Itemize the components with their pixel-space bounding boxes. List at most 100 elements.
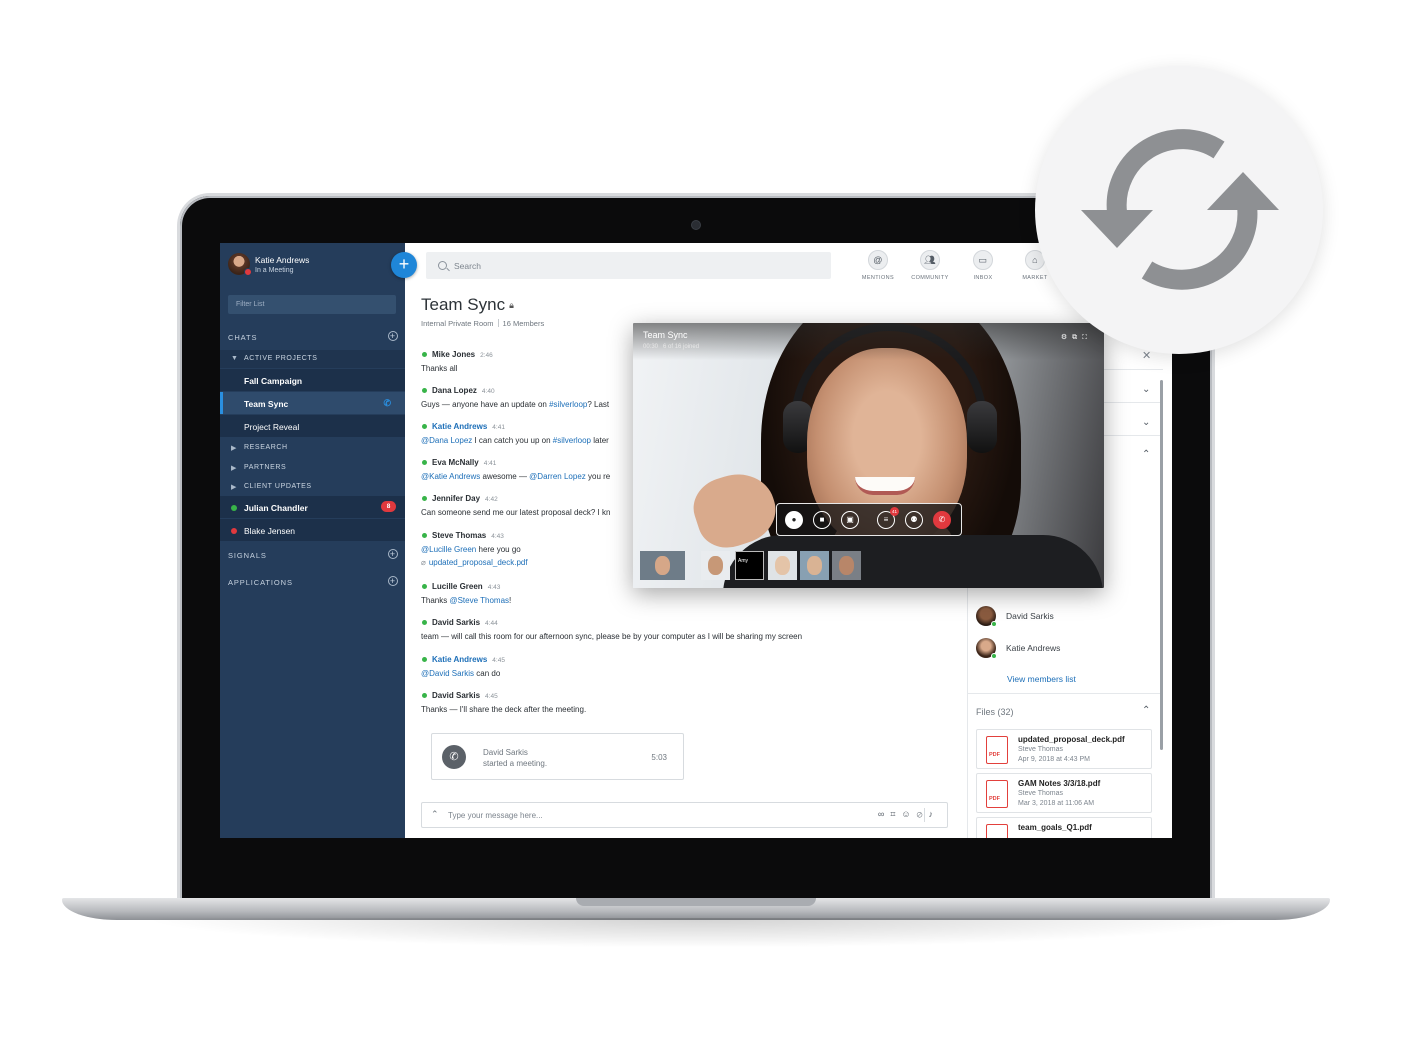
chat-item-project-reveal[interactable]: Project Reveal xyxy=(220,415,405,437)
group-label: PARTNERS xyxy=(244,464,287,471)
add-application-icon[interactable]: + xyxy=(388,576,398,586)
user-profile[interactable]: Katie Andrews In a Meeting xyxy=(228,253,309,276)
participant-thumbnail[interactable] xyxy=(640,551,685,580)
mention-link[interactable]: @Darren Lopez xyxy=(529,472,586,481)
chevron-up-icon[interactable]: ⌃ xyxy=(1142,705,1150,716)
participant-thumbnail[interactable] xyxy=(832,551,861,580)
emoji-icon[interactable]: ☺ xyxy=(901,809,916,819)
participant-thumbnail[interactable] xyxy=(768,551,797,580)
phone-icon: ✆ xyxy=(383,398,391,408)
nav-inbox[interactable]: ▭ INBOX xyxy=(958,250,1008,281)
audio-icon[interactable]: ♪ xyxy=(929,809,940,819)
message: David Sarkis 4:44 team — will call this r… xyxy=(421,618,956,641)
avatar xyxy=(976,606,997,627)
filter-list-input[interactable]: Filter List xyxy=(228,295,396,314)
message-body: team — will call this room for our after… xyxy=(421,632,956,641)
chevron-up-icon[interactable]: ⌃ xyxy=(1142,449,1150,460)
composer-tools: ∞⌗☺⊘♪ xyxy=(878,809,939,820)
at-icon: @ xyxy=(868,250,888,270)
group-client-updates[interactable]: ▶ CLIENT UPDATES xyxy=(220,478,405,496)
chat-badge: 41 xyxy=(890,507,899,516)
file-name: team_goals_Q1.pdf xyxy=(1018,823,1092,832)
participant-thumbnail[interactable]: Amy xyxy=(735,551,764,580)
message-author[interactable]: David Sarkis 4:44 xyxy=(421,618,956,627)
online-status-icon xyxy=(991,621,997,627)
microphone-icon[interactable]: ● xyxy=(785,511,803,529)
chat-item-julian-chandler[interactable]: Julian Chandler 8 xyxy=(220,496,405,518)
video-call-window[interactable]: Team Sync 00:30 6 of 16 joined ⚙⧉⛶ ● ■ ▣… xyxy=(633,323,1104,588)
call-joined: 6 of 16 joined xyxy=(663,344,700,350)
mention-link[interactable]: @Dana Lopez xyxy=(421,436,472,445)
nav-community[interactable]: 👥︎ COMMUNITY xyxy=(905,250,955,281)
message-time: 4:44 xyxy=(485,620,498,627)
group-label: ACTIVE PROJECTS xyxy=(244,355,318,362)
group-active-projects[interactable]: ▼ ACTIVE PROJECTS xyxy=(220,350,405,368)
new-conversation-button[interactable]: + xyxy=(391,252,417,278)
mention-link[interactable]: @David Sarkis xyxy=(421,669,474,678)
online-status-icon xyxy=(231,505,237,511)
hang-up-icon[interactable]: ✆ xyxy=(933,511,951,529)
participants-icon[interactable]: ⚉ xyxy=(905,511,923,529)
message-text: can do xyxy=(474,669,501,678)
message-composer[interactable]: ⌃ Type your message here... ∞⌗☺⊘♪ xyxy=(421,802,948,828)
channel-link[interactable]: #silverloop xyxy=(553,436,591,445)
camera-icon[interactable]: ■ xyxy=(813,511,831,529)
inbox-icon: ▭ xyxy=(973,250,993,270)
caret-right-icon: ▶ xyxy=(231,445,237,452)
message-text: I can catch you up on xyxy=(472,436,553,445)
link-icon[interactable]: ∞ xyxy=(878,809,890,819)
member-item[interactable]: David Sarkis xyxy=(976,605,1054,627)
mention-link[interactable]: @Steve Thomas xyxy=(449,596,509,605)
message-time: 2:46 xyxy=(480,352,493,359)
file-item[interactable]: PDF updated_proposal_deck.pdf Steve Thom… xyxy=(976,729,1152,769)
chevron-up-icon[interactable]: ⌃ xyxy=(431,809,439,820)
chevron-down-icon[interactable]: ⌄ xyxy=(1142,417,1150,428)
search-placeholder: Search xyxy=(454,261,481,271)
author-name: Jennifer Day xyxy=(432,494,481,503)
laptop-notch xyxy=(576,898,816,906)
participant-label: Amy xyxy=(738,558,748,564)
pdf-icon: PDF xyxy=(986,736,1008,764)
member-item[interactable]: Katie Andrews xyxy=(976,637,1060,659)
participant-thumbnail[interactable] xyxy=(701,551,730,580)
chat-item-blake-jensen[interactable]: Blake Jensen xyxy=(220,519,405,541)
message-author[interactable]: Katie Andrews 4:45 xyxy=(421,655,956,664)
room-type: Internal Private Room xyxy=(421,319,494,328)
mention-link[interactable]: @Katie Andrews xyxy=(421,472,480,481)
nav-mentions[interactable]: @ MENTIONS xyxy=(853,250,903,281)
file-item[interactable]: PDF team_goals_Q1.pdf xyxy=(976,817,1152,838)
group-partners[interactable]: ▶ PARTNERS xyxy=(220,459,405,477)
screen-share-icon[interactable]: ▣ xyxy=(841,511,859,529)
chat-item-fall-campaign[interactable]: Fall Campaign xyxy=(220,369,405,391)
view-members-link[interactable]: View members list xyxy=(1007,674,1076,684)
screenshot-icon[interactable]: ⌗ xyxy=(890,809,901,819)
chat-item-team-sync[interactable]: Team Sync ✆ xyxy=(220,392,405,414)
phone-icon: ✆ xyxy=(442,745,466,769)
add-signal-icon[interactable]: + xyxy=(388,549,398,559)
participant-thumbnail[interactable] xyxy=(800,551,829,580)
message-text: you re xyxy=(585,472,611,481)
author-name: Dana Lopez xyxy=(432,386,477,395)
call-elapsed: 00:30 xyxy=(643,344,659,350)
message-author[interactable]: David Sarkis 4:45 xyxy=(421,691,956,700)
room-members-count[interactable]: 16 Members xyxy=(503,319,545,328)
message-text: Can someone send me our latest proposal … xyxy=(421,508,611,517)
profile-status: In a Meeting xyxy=(255,266,294,274)
file-owner: Steve Thomas xyxy=(1018,746,1064,753)
file-item[interactable]: PDF GAM Notes 3/3/18.pdf Steve Thomas Ma… xyxy=(976,773,1152,813)
add-chat-icon[interactable]: + xyxy=(388,331,398,341)
message: Katie Andrews 4:45 @David Sarkis can do xyxy=(421,655,956,678)
author-name: David Sarkis xyxy=(432,691,481,700)
applications-header: APPLICATIONS + xyxy=(228,576,398,587)
channel-link[interactable]: #silverloop xyxy=(549,400,587,409)
meeting-card[interactable]: ✆ David Sarkis started a meeting. 5:03 xyxy=(431,733,684,780)
block-icon[interactable]: ⊘ xyxy=(917,809,929,819)
message-input[interactable]: Type your message here... xyxy=(448,811,543,820)
chat-icon[interactable]: ≡ 41 xyxy=(877,507,899,529)
file-type: PDF xyxy=(989,752,1000,758)
search-input[interactable]: Search xyxy=(426,252,831,279)
group-research[interactable]: ▶ RESEARCH xyxy=(220,439,405,457)
chevron-down-icon[interactable]: ⌄ xyxy=(1142,384,1150,395)
mention-link[interactable]: @Lucille Green xyxy=(421,545,476,554)
scrollbar[interactable] xyxy=(1160,380,1163,750)
